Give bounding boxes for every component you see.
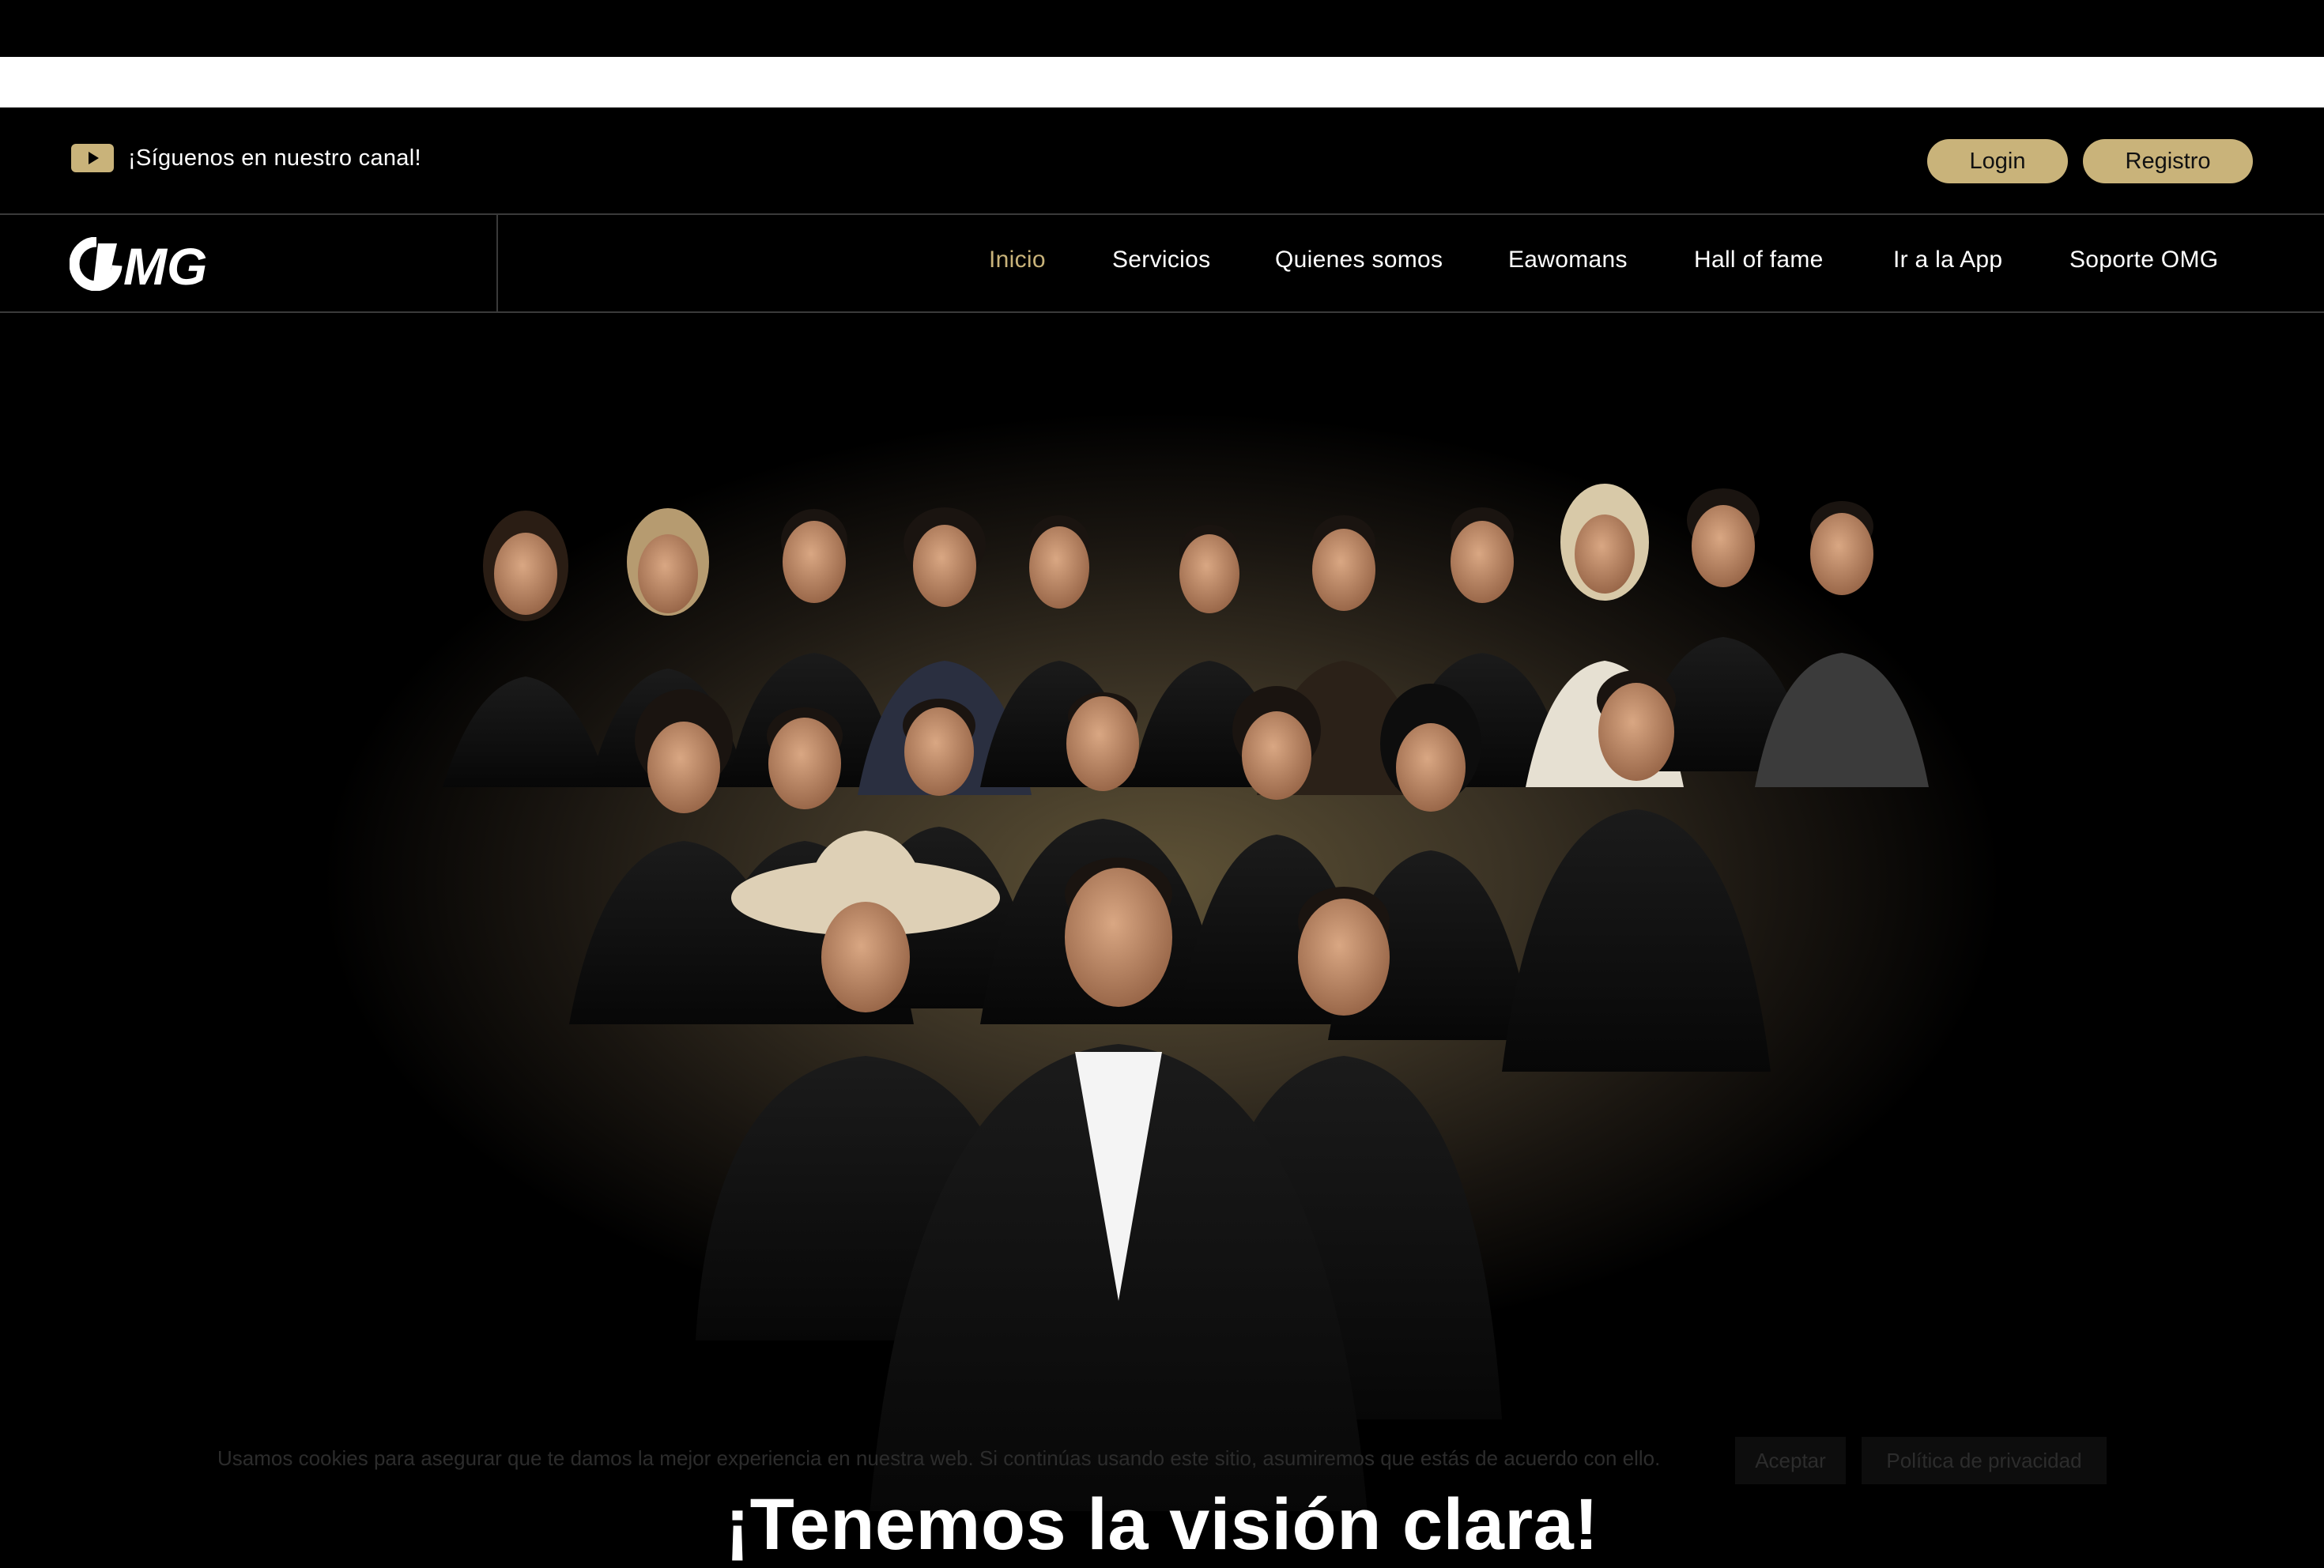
team-group-photo (443, 484, 1929, 1511)
cookie-privacy-button[interactable]: Política de privacidad (1862, 1437, 2107, 1484)
cookie-notice-text: Usamos cookies para asegurar que te damo… (217, 1446, 1661, 1470)
hero-headline: ¡Tenemos la visión clara! (725, 1483, 1599, 1565)
login-button[interactable]: Login (1927, 139, 2068, 183)
top-utility-bar: ¡Síguenos en nuestro canal! Login Regist… (0, 107, 2324, 215)
youtube-follow-text: ¡Síguenos en nuestro canal! (128, 145, 421, 171)
white-strip (0, 57, 2324, 107)
nav-ir-a-la-app[interactable]: Ir a la App (1893, 247, 2002, 273)
front-row-people (696, 831, 1502, 1511)
nav-quienes-somos[interactable]: Quienes somos (1275, 247, 1443, 273)
youtube-play-icon (71, 144, 114, 172)
nav-soporte-omg[interactable]: Soporte OMG (2069, 247, 2218, 273)
hero-section (0, 313, 2324, 1511)
youtube-follow-link[interactable]: ¡Síguenos en nuestro canal! (71, 144, 421, 172)
nav-hall-of-fame[interactable]: Hall of fame (1694, 247, 1824, 273)
top-black-bar (0, 0, 2324, 57)
nav-inicio[interactable]: Inicio (989, 247, 1046, 273)
svg-text:MG: MG (123, 237, 207, 291)
omg-logo[interactable]: MG (70, 237, 232, 291)
nav-servicios[interactable]: Servicios (1112, 247, 1210, 273)
nav-eawomans[interactable]: Eawomans (1508, 247, 1628, 273)
register-button[interactable]: Registro (2083, 139, 2253, 183)
main-navbar: MG Inicio Servicios Quienes somos Eawoma… (0, 215, 2324, 313)
cookie-accept-button[interactable]: Aceptar (1735, 1437, 1846, 1484)
logo-cell: MG (0, 215, 498, 311)
